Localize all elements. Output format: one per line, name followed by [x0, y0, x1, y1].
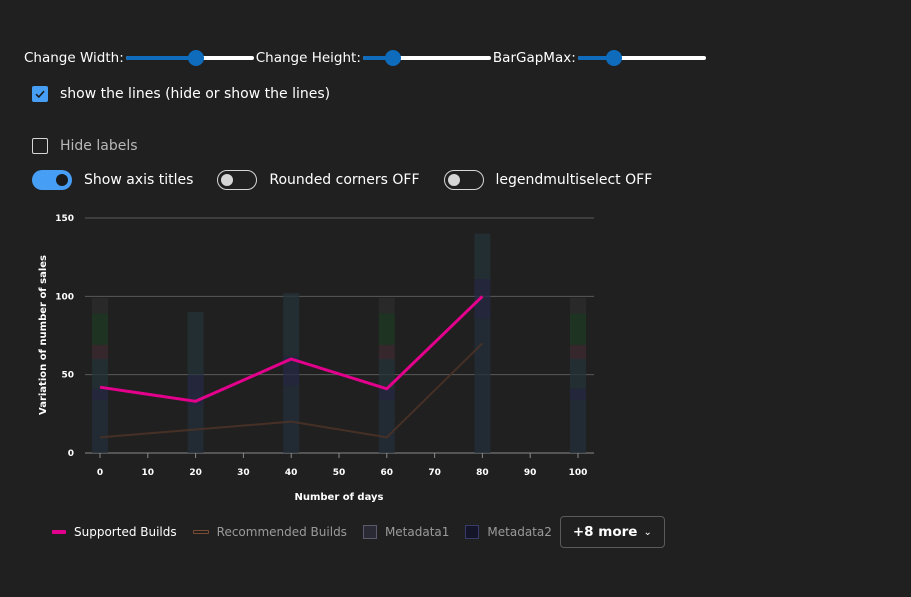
- chevron-down-icon: ⌄: [643, 526, 652, 538]
- bar-segment: [378, 297, 395, 314]
- show-lines-checkbox[interactable]: [32, 86, 48, 102]
- legend-label: Recommended Builds: [216, 525, 347, 539]
- legend-label: Supported Builds: [74, 525, 177, 539]
- x-tick-label: 10: [142, 468, 155, 478]
- toggle-knob: [447, 174, 460, 186]
- change-height-slider[interactable]: [362, 48, 491, 68]
- x-tick-label: 70: [428, 468, 441, 478]
- grid-lines: [85, 217, 594, 458]
- change-width-label: Change Width:: [24, 50, 124, 66]
- legend-swatch: [362, 525, 377, 539]
- slider-thumb[interactable]: [188, 50, 205, 66]
- hide-labels-label: Hide labels: [60, 138, 138, 154]
- bar-segment: [92, 313, 108, 345]
- y-tick-label: 0: [68, 449, 74, 459]
- x-tick-label: 80: [476, 468, 489, 478]
- axis-titles-toggle[interactable]: [32, 170, 72, 190]
- bar-gap-max-label: BarGapMax:: [492, 50, 576, 66]
- legend-item-metadata2[interactable]: Metadata2: [465, 525, 552, 539]
- bar-segment: [570, 297, 586, 314]
- x-tick-label: 0: [97, 468, 103, 478]
- y-tick-label: 50: [61, 371, 74, 381]
- bar-segment: [283, 293, 300, 356]
- checkmark-icon: [35, 90, 45, 99]
- bar-segment: [474, 233, 491, 280]
- toggle-knob: [56, 174, 68, 186]
- change-height-label: Change Height:: [255, 50, 361, 66]
- slider-row: Change Width: Change Height: BarGapMax:: [24, 48, 706, 68]
- legend-item-metadata1[interactable]: Metadata1: [362, 525, 450, 539]
- legend-swatch: [465, 525, 480, 539]
- legend-item-supported-builds[interactable]: Supported Builds: [52, 525, 177, 539]
- legend-multiselect-toggle[interactable]: [443, 170, 484, 190]
- bar-segment: [570, 313, 586, 345]
- bar-segment: [378, 313, 395, 345]
- bar-segment: [570, 399, 586, 453]
- rounded-corners-label: Rounded corners OFF: [269, 172, 420, 188]
- bar-segment: [570, 359, 586, 389]
- legend-multiselect-label: legendmultiselect OFF: [495, 172, 653, 188]
- x-tick-label: 30: [237, 468, 250, 478]
- legend-label: Metadata2: [487, 525, 552, 539]
- rounded-corners-toggle[interactable]: [217, 170, 258, 190]
- bar-segment: [92, 388, 108, 400]
- bar-segment: [92, 359, 108, 389]
- bar-segment: [92, 344, 108, 359]
- bar-segment: [187, 312, 204, 375]
- slider-fill: [125, 56, 197, 60]
- chart: 0 50 100 150 0 10 20 30 40 50 60 70 80 90 100 Number o…: [38, 214, 594, 503]
- slider-thumb[interactable]: [605, 50, 622, 66]
- toggle-knob: [221, 174, 234, 186]
- more-legend-label: +8 more: [572, 524, 638, 540]
- more-legend-button[interactable]: +8 more ⌄: [559, 516, 665, 548]
- x-tick-label: 50: [333, 468, 346, 478]
- legend-label: Metadata1: [384, 525, 450, 539]
- bar-segment: [378, 399, 395, 453]
- show-lines-label: show the lines (hide or show the lines): [60, 86, 331, 102]
- bar-segment: [378, 388, 395, 400]
- x-tick-label: 90: [524, 468, 537, 478]
- bar-segment: [474, 279, 491, 319]
- toggle-row: Show axis titles Rounded corners OFF leg…: [32, 169, 676, 191]
- change-width-slider[interactable]: [125, 48, 254, 68]
- tick-labels: 0 50 100 150 0 10 20 30 40 50 60 70 80 90 100: [55, 214, 587, 478]
- x-tick-label: 20: [189, 468, 202, 478]
- bar-stacks: [92, 233, 586, 453]
- bar-gap-max-slider[interactable]: [577, 48, 706, 68]
- x-tick-label: 40: [285, 468, 298, 478]
- bar-segment: [92, 399, 108, 453]
- bar-segment: [570, 388, 586, 400]
- x-axis-title: Number of days: [294, 492, 383, 503]
- legend-swatch: [192, 530, 209, 534]
- bar-segment: [570, 344, 586, 359]
- bar-segment: [378, 344, 395, 359]
- hide-labels-checkbox[interactable]: [32, 138, 48, 154]
- x-tick-label: 60: [381, 468, 394, 478]
- y-tick-label: 100: [55, 292, 74, 302]
- y-tick-label: 150: [55, 214, 74, 224]
- legend-item-recommended-builds[interactable]: Recommended Builds: [192, 525, 347, 539]
- y-axis-title: Variation of number of sales: [38, 255, 49, 415]
- bar-segment: [474, 318, 491, 453]
- show-lines-option[interactable]: show the lines (hide or show the lines): [32, 86, 330, 102]
- legend-swatch: [52, 530, 66, 534]
- bar-segment: [92, 297, 108, 314]
- slider-thumb[interactable]: [385, 50, 402, 66]
- hide-labels-option[interactable]: Hide labels: [32, 138, 138, 154]
- axis-titles-label: Show axis titles: [84, 172, 194, 188]
- bar-segment: [283, 385, 300, 453]
- legend: Supported Builds Recommended Builds Meta…: [52, 516, 665, 548]
- x-tick-label: 100: [569, 468, 588, 478]
